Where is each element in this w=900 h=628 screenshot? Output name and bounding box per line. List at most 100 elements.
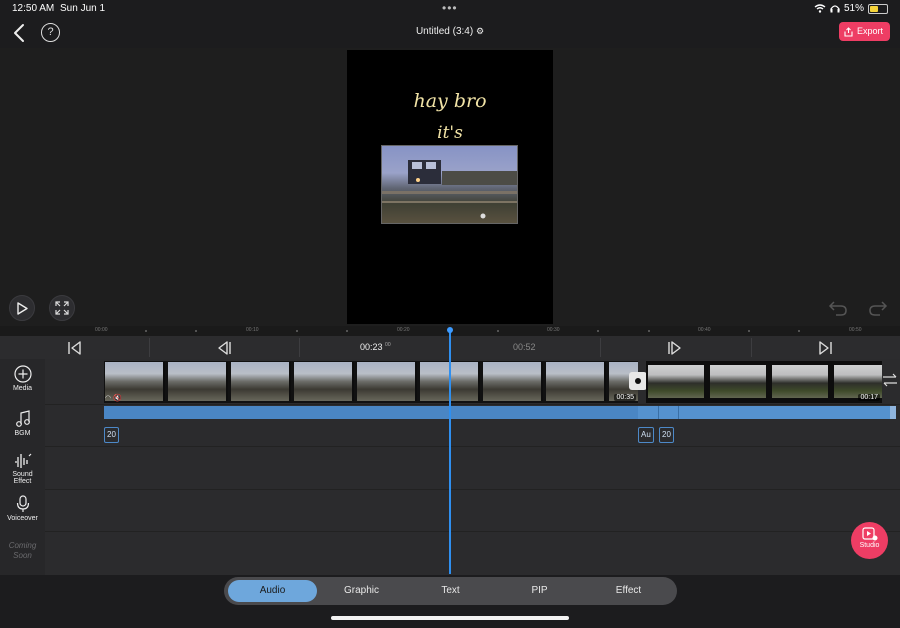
video-canvas[interactable]: hay bro it's (347, 50, 553, 324)
microphone-icon (16, 495, 29, 512)
studio-button[interactable]: Studio (851, 522, 888, 559)
bottom-tab-bar: Audio Graphic Text PIP Effect (224, 577, 677, 605)
track-labels-column: Media BGM Sound Effect Voiceover Coming … (0, 359, 45, 575)
ruler-label: 00:40 (698, 327, 711, 333)
battery-icon (868, 3, 888, 14)
headphones-icon (830, 5, 840, 13)
tab-effect[interactable]: Effect (584, 580, 673, 602)
video-clip-2[interactable]: 00:17 (646, 361, 882, 403)
status-time: 12:50 AM (12, 3, 55, 14)
track-divider (45, 404, 900, 405)
divider (149, 338, 150, 357)
music-note-icon (15, 410, 30, 427)
ruler-tick (145, 330, 147, 332)
next-frame-button[interactable] (666, 339, 684, 357)
top-bar: ? Untitled (3:4) ⚙ Export (0, 18, 900, 48)
track-divider (45, 489, 900, 490)
studio-label: Studio (859, 542, 880, 549)
tab-text[interactable]: Text (406, 580, 495, 602)
clip-thumbnail (231, 362, 291, 401)
skip-to-end-button[interactable] (816, 339, 834, 357)
status-right: 51% (814, 3, 888, 14)
audio-segment-divider (678, 406, 679, 419)
current-frame-value: 00 (385, 342, 391, 348)
tab-pip[interactable]: PIP (495, 580, 584, 602)
bgm-track-button[interactable]: BGM (0, 410, 45, 437)
ruler-label: 00:20 (397, 327, 410, 333)
video-clip-1[interactable]: ◠ 🔇 00:35 (104, 361, 638, 403)
wifi-icon (814, 4, 826, 13)
clip-thumbnail (710, 365, 766, 398)
ruler-tick (748, 330, 750, 332)
ruler-tick (798, 330, 800, 332)
clip-thumbnail (772, 365, 828, 398)
ruler-label: 00:50 (849, 327, 862, 333)
current-time-value: 00:23 (360, 342, 383, 352)
multitasking-dots-icon[interactable]: ••• (442, 1, 458, 15)
playhead-knob[interactable] (447, 327, 453, 333)
previous-frame-button[interactable] (215, 339, 233, 357)
transition-button[interactable] (629, 372, 647, 390)
clip-1-duration: 00:35 (614, 394, 636, 401)
total-duration: 00:52 (513, 342, 536, 352)
pip-video-overlay[interactable] (381, 145, 518, 224)
share-icon (844, 26, 853, 37)
settings-gear-icon[interactable]: ⚙ (476, 26, 484, 36)
current-time: 00:23 00 (360, 342, 391, 352)
voiceover-track-label: Voiceover (7, 515, 38, 522)
clip-thumbnail (546, 362, 606, 401)
ruler-tick (346, 330, 348, 332)
play-button[interactable] (9, 295, 35, 321)
track-divider (45, 531, 900, 532)
swap-arrows-icon[interactable] (882, 373, 898, 387)
export-label: Export (856, 26, 883, 36)
sound-wave-icon (14, 453, 31, 468)
expand-icon (55, 301, 69, 315)
sound-effect-track-button[interactable]: Sound Effect (0, 453, 45, 485)
back-button[interactable] (10, 22, 30, 44)
fullscreen-button[interactable] (49, 295, 75, 321)
playhead[interactable] (449, 329, 451, 574)
divider (751, 338, 752, 357)
status-bar: 12:50 AM Sun Jun 1 ••• 51% (0, 0, 900, 18)
ruler-tick (497, 330, 499, 332)
ruler-label: 00:30 (547, 327, 560, 333)
audio-label-tag[interactable]: Au (638, 427, 654, 443)
media-track-label: Media (12, 385, 33, 392)
audio-segment-divider (658, 406, 659, 419)
tab-graphic[interactable]: Graphic (317, 580, 406, 602)
status-date: Sun Jun 1 (60, 3, 106, 14)
ruler-tick (195, 330, 197, 332)
audio-volume-tag[interactable]: 20 (659, 427, 674, 443)
voiceover-track-button[interactable]: Voiceover (0, 495, 45, 522)
play-icon (17, 301, 28, 315)
bgm-audio-clip-1[interactable] (104, 406, 638, 419)
undo-button[interactable] (828, 299, 848, 317)
caption-line-2[interactable]: it's (347, 123, 553, 143)
track-divider (45, 446, 900, 447)
export-button[interactable]: Export (838, 22, 890, 41)
help-button[interactable]: ? (41, 23, 60, 42)
clip-thumbnail (483, 362, 543, 401)
audio-end-handle[interactable] (890, 406, 896, 419)
home-indicator[interactable] (331, 616, 569, 620)
ruler-label: 00:10 (246, 327, 259, 333)
project-title[interactable]: Untitled (3:4) (416, 26, 473, 37)
bgm-audio-clip-2[interactable] (638, 406, 890, 419)
add-media-icon (13, 365, 32, 383)
clip-thumbnail (648, 365, 704, 398)
sound-effect-track-label: Sound Effect (12, 471, 33, 485)
divider (299, 338, 300, 357)
caption-line-1[interactable]: hay bro (347, 90, 553, 112)
clip-thumbnail (294, 362, 354, 401)
audio-volume-tag[interactable]: 20 (104, 427, 119, 443)
tab-audio[interactable]: Audio (228, 580, 317, 602)
battery-percent: 51% (843, 3, 864, 14)
skip-to-start-button[interactable] (66, 339, 84, 357)
bgm-track-label: BGM (14, 430, 31, 437)
media-track-button[interactable]: Media (0, 365, 45, 392)
divider (600, 338, 601, 357)
speed-mute-icon: ◠ 🔇 (105, 395, 122, 402)
redo-button[interactable] (868, 299, 888, 317)
clip-thumbnail (168, 362, 228, 401)
